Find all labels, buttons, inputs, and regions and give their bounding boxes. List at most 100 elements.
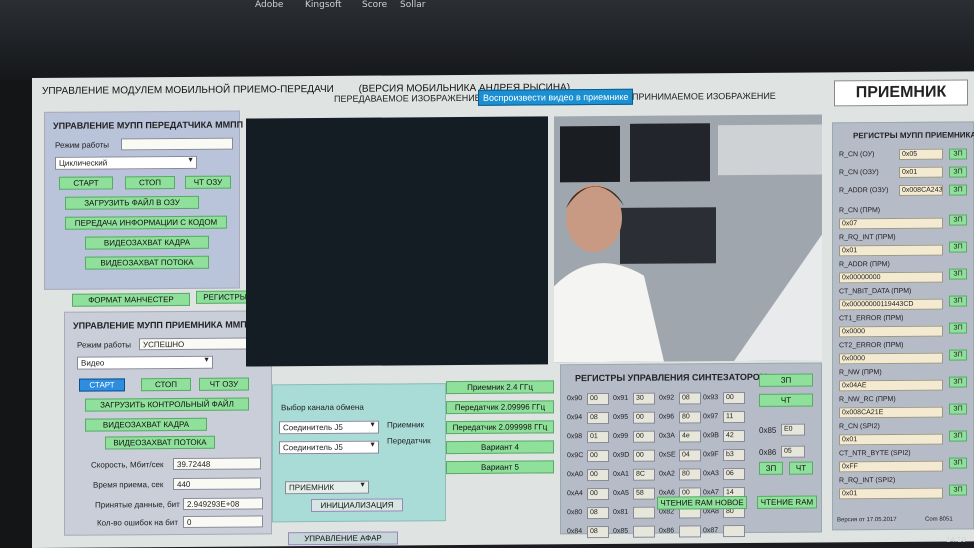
tx-start-button[interactable]: СТАРТ [59, 176, 113, 190]
reg-value[interactable]: 0x04AE [839, 379, 943, 392]
tx-capture-frame-button[interactable]: ВИДЕОЗАХВАТ КАДРА [85, 235, 209, 250]
synth-reg-value[interactable]: 00 [633, 430, 655, 443]
freq-button[interactable]: Передатчик 2.099998 ГГц [446, 420, 554, 435]
reg-value[interactable]: 0x008CA243 [899, 184, 943, 196]
tx-load-file-button[interactable]: ЗАГРУЗИТЬ ФАЙЛ В ОЗУ [65, 195, 199, 210]
mode-select[interactable]: ПРИЕМНИК ▼ [285, 480, 369, 495]
synth-reg-value[interactable]: 42 [723, 430, 745, 443]
synth-reg-value[interactable] [723, 525, 745, 538]
reg-value[interactable]: 0x01 [839, 433, 943, 446]
tx-send-code-button[interactable]: ПЕРЕДАЧА ИНФОРМАЦИИ С КОДОМ [65, 215, 227, 230]
reg-value[interactable]: 0x01 [839, 244, 943, 257]
reg-zp-button[interactable]: ЗП [949, 295, 967, 307]
reg-value[interactable]: 0x01 [899, 166, 943, 178]
rx-load-control-button[interactable]: ЗАГРУЗИТЬ КОНТРОЛЬНЫЙ ФАЙЛ [85, 397, 249, 412]
reg-zp-button[interactable]: ЗП [949, 241, 967, 253]
reg-value[interactable]: 0xFF [839, 460, 943, 473]
synth-reg-value[interactable] [633, 506, 655, 519]
rx-mode-field[interactable]: УСПЕШНО [139, 337, 247, 351]
rx-read-ozu-button[interactable]: ЧТ ОЗУ [199, 377, 249, 391]
rx-capture-frame-button[interactable]: ВИДЕОЗАХВАТ КАДРА [85, 417, 207, 432]
reg-value[interactable]: 0x05 [899, 148, 943, 160]
synth-reg-label: 0x86 [659, 527, 675, 535]
reg-value[interactable]: 0x07 [839, 217, 943, 230]
connector-select-2[interactable]: Соединитель J5 ▼ [279, 440, 379, 455]
freq-button[interactable]: Вариант 4 [446, 440, 554, 455]
reg-zp-button[interactable]: ЗП [949, 376, 967, 388]
play-video-button[interactable]: Воспроизвести видео в приемнике [478, 88, 634, 106]
manchester-format-button[interactable]: ФОРМАТ МАНЧЕСТЕР [72, 292, 190, 307]
synth-reg-value[interactable]: 58 [633, 487, 655, 500]
reg-zp-button[interactable]: ЗП [949, 322, 967, 334]
tx-capture-stream-button[interactable]: ВИДЕОЗАХВАТ ПОТОКА [85, 255, 209, 270]
synth-reg-value[interactable]: 80 [679, 411, 701, 424]
synth-reg-value[interactable]: b3 [723, 449, 745, 462]
synth-x86-value[interactable]: 05 [781, 445, 805, 458]
taskbar-item: Score [362, 0, 388, 10]
rx-stop-button[interactable]: СТОП [141, 377, 191, 392]
synth-zp-button[interactable]: ЗП [759, 461, 783, 475]
afar-control-button[interactable]: УПРАВЛЕНИЕ АФАР [288, 531, 398, 546]
reg-value[interactable]: 0x00000000119443CD [839, 298, 943, 311]
synth-reg-value[interactable]: 04 [679, 449, 701, 462]
synth-reg-value[interactable]: 30 [633, 392, 655, 405]
synth-cht-button[interactable]: ЧТ [759, 393, 813, 407]
reg-zp-button[interactable]: ЗП [949, 457, 967, 469]
tx-mode-select[interactable]: Циклический ▼ [55, 155, 197, 170]
rx-capture-stream-button[interactable]: ВИДЕОЗАХВАТ ПОТОКА [105, 435, 215, 450]
reg-zp-button[interactable]: ЗП [949, 148, 967, 160]
reg-zp-button[interactable]: ЗП [949, 214, 967, 226]
chevron-down-icon: ▼ [187, 156, 194, 164]
synth-reg-value[interactable] [633, 525, 655, 538]
synth-reg-value[interactable]: 00 [587, 468, 609, 482]
synth-reg-label: 0xA5 [613, 489, 629, 497]
tx-read-ozu-button[interactable]: ЧТ ОЗУ [185, 175, 231, 189]
synth-reg-value[interactable]: 08 [587, 506, 609, 520]
freq-button[interactable]: Передатчик 2.09996 ГГц [446, 400, 554, 415]
tab-transmitted[interactable]: ПЕРЕДАВАЕМОЕ ИЗОБРАЖЕНИЕ [330, 91, 485, 106]
synth-reg-value[interactable]: 80 [679, 468, 701, 481]
synth-reg-value[interactable]: 8C [633, 468, 655, 481]
reg-zp-button[interactable]: ЗП [949, 403, 967, 415]
synth-reg-value[interactable]: 08 [587, 525, 609, 539]
synth-zp-button[interactable]: ЗП [759, 373, 813, 387]
init-button[interactable]: ИНИЦИАЛИЗАЦИЯ [311, 498, 403, 513]
reg-value[interactable]: 0x0000 [839, 352, 943, 365]
synth-reg-value[interactable]: 00 [587, 487, 609, 501]
reg-zp-button[interactable]: ЗП [949, 166, 967, 178]
reg-value[interactable]: 0x0000 [839, 325, 943, 338]
rx-mode-select[interactable]: Видео ▼ [77, 355, 213, 370]
synth-reg-value[interactable]: 01 [587, 430, 609, 444]
synth-reg-value[interactable]: 00 [723, 392, 745, 405]
reg-zp-button[interactable]: ЗП [949, 430, 967, 442]
synth-reg-value[interactable] [679, 525, 701, 538]
synth-reg-value[interactable]: 00 [587, 449, 609, 463]
reg-zp-button[interactable]: ЗП [949, 268, 967, 280]
read-ram-new-button[interactable]: ЧТЕНИЕ RAM НОВОЕ [657, 496, 747, 510]
freq-button[interactable]: Приемник 2.4 ГГц [446, 380, 554, 395]
reg-value[interactable]: 0x00000000 [839, 271, 943, 284]
synth-x85-value[interactable]: E0 [781, 423, 805, 436]
rx-start-button[interactable]: СТАРТ [79, 378, 125, 392]
synth-reg-value[interactable]: 00 [633, 449, 655, 462]
synth-reg-value[interactable]: 11 [723, 411, 745, 424]
synth-x86-label: 0x86 [759, 447, 777, 457]
synth-reg-value[interactable]: 08 [587, 411, 609, 425]
synth-reg-value[interactable]: 08 [679, 392, 701, 405]
connector-select-1[interactable]: Соединитель J5 ▼ [279, 420, 379, 435]
synth-reg-value[interactable]: 4e [679, 430, 701, 443]
reg-value[interactable]: 0x008CA21E [839, 406, 943, 419]
freq-button[interactable]: Вариант 5 [446, 460, 554, 475]
synth-cht-button[interactable]: ЧТ [789, 461, 813, 475]
synth-reg-value[interactable]: 06 [723, 468, 745, 481]
synth-reg-value[interactable]: 00 [633, 411, 655, 424]
synth-reg-value[interactable]: 00 [587, 392, 609, 406]
read-ram-button[interactable]: ЧТЕНИЕ RAM [757, 495, 817, 509]
reg-value[interactable]: 0x01 [839, 487, 943, 500]
tx-stop-button[interactable]: СТОП [125, 176, 175, 190]
tx-mode-field[interactable] [121, 137, 233, 151]
reg-zp-button[interactable]: ЗП [949, 184, 967, 196]
reg-zp-button[interactable]: ЗП [949, 349, 967, 361]
reg-zp-button[interactable]: ЗП [949, 484, 967, 496]
tab-received[interactable]: ПРИНИМАЕМОЕ ИЗОБРАЖЕНИЕ [628, 89, 780, 104]
